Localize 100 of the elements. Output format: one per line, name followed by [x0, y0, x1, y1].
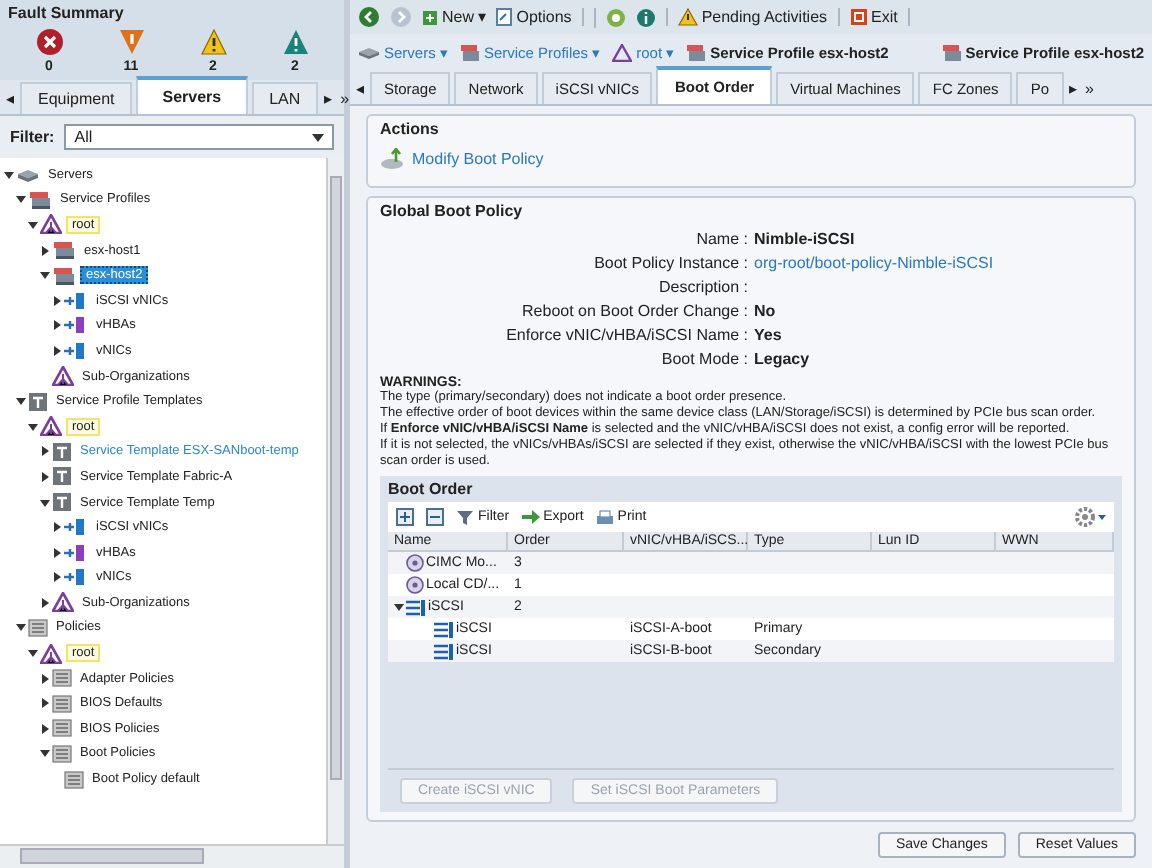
options-button[interactable]: Options	[496, 8, 584, 26]
caret-icon	[312, 133, 324, 141]
policy-icon	[52, 743, 72, 764]
expand-toggle-icon[interactable]	[27, 421, 37, 432]
filter-label: Filter:	[10, 128, 55, 146]
settings-icon[interactable]	[1074, 506, 1106, 528]
modify-boot-policy-link[interactable]: Modify Boot Policy	[412, 150, 544, 168]
vnic-icon	[64, 568, 88, 587]
expand-toggle-icon[interactable]	[39, 270, 49, 281]
organization-icon	[40, 416, 62, 437]
service-profile-icon	[686, 43, 707, 61]
organization-icon	[40, 643, 62, 664]
info-icon[interactable]	[635, 7, 656, 27]
warning-fault-icon[interactable]	[281, 28, 309, 56]
virtual-media-icon	[406, 554, 424, 572]
expand-toggle-icon[interactable]	[27, 219, 37, 230]
expand-toggle-icon[interactable]	[3, 169, 13, 180]
property-label: Boot Policy Instance :	[592, 254, 748, 272]
scroll-left-button[interactable]: ◂	[4, 84, 16, 114]
property-value: Nimble-iSCSI	[754, 230, 857, 248]
plus-icon	[422, 9, 438, 25]
organization-icon	[52, 592, 74, 613]
section-title: Boot Order	[388, 480, 475, 498]
expand-toggle-icon[interactable]	[51, 522, 61, 533]
section-title: Global Boot Policy	[380, 202, 525, 220]
expand-toggle-icon[interactable]	[15, 396, 25, 407]
property-label: Name :	[694, 230, 748, 248]
template-icon	[28, 391, 48, 412]
iscsi-icon	[434, 643, 454, 659]
nav-tab[interactable]: Servers	[136, 76, 248, 114]
vertical-scrollbar[interactable]	[326, 158, 344, 844]
policy-icon	[52, 668, 72, 689]
organization-icon	[612, 43, 633, 61]
expand-toggle-icon[interactable]	[39, 597, 49, 608]
property-value: Legacy	[754, 350, 812, 368]
warning-icon	[677, 8, 698, 26]
vhba-icon	[64, 543, 88, 562]
organization-icon	[40, 214, 62, 235]
vnic-icon	[64, 341, 88, 360]
expand-toggle-icon[interactable]	[51, 320, 61, 331]
nav-tab[interactable]: Equipment	[20, 82, 133, 114]
expand-toggle-icon[interactable]	[39, 446, 49, 457]
property-label: Description :	[657, 278, 748, 296]
vnic-icon	[64, 291, 88, 310]
service-profile-icon	[941, 43, 962, 61]
remove-button[interactable]	[426, 508, 444, 526]
property-label: Boot Mode :	[659, 350, 748, 368]
scroll-right-button[interactable]: ▸	[1067, 74, 1079, 104]
service-profiles-icon	[28, 189, 52, 210]
more-tabs-button[interactable]: »	[1083, 74, 1096, 104]
template-icon	[52, 466, 72, 487]
expand-toggle-icon[interactable]	[39, 245, 49, 256]
property-label: Enforce vNIC/vHBA/iSCSI Name :	[504, 326, 748, 344]
expand-toggle-icon[interactable]	[51, 572, 61, 583]
printer-icon	[595, 509, 614, 525]
minor-fault-icon[interactable]	[199, 28, 227, 56]
horizontal-scrollbar[interactable]	[0, 844, 344, 868]
policy-icon	[28, 617, 48, 638]
expand-toggle-icon[interactable]	[51, 295, 61, 306]
fault-summary-title: Fault Summary	[8, 4, 126, 22]
back-button[interactable]	[358, 6, 380, 28]
policy-icon	[52, 718, 72, 739]
template-icon	[52, 441, 72, 462]
server-icon	[358, 45, 380, 59]
more-tabs-button[interactable]: »	[338, 84, 352, 114]
vhba-icon	[64, 316, 88, 335]
vnic-icon	[64, 518, 88, 537]
expand-toggle-icon[interactable]	[39, 497, 49, 508]
major-fault-icon[interactable]	[117, 28, 145, 56]
server-icon	[16, 165, 40, 184]
iscsi-icon	[434, 621, 454, 637]
scroll-right-button[interactable]: ▸	[322, 84, 335, 114]
disc-icon	[406, 576, 424, 594]
policy-icon	[64, 769, 84, 790]
expand-toggle-icon[interactable]	[27, 648, 37, 659]
exit-icon	[849, 8, 868, 26]
expand-toggle-icon[interactable]	[39, 471, 49, 482]
pending-activities-button[interactable]: Pending Activities	[665, 8, 828, 26]
expand-toggle-icon[interactable]	[51, 547, 61, 558]
expand-toggle-icon[interactable]	[393, 602, 403, 612]
filter-dropdown[interactable]: All	[64, 124, 334, 150]
exit-button[interactable]: Exit	[837, 8, 910, 26]
boot-policy-link[interactable]: org-root/boot-policy-Nimble-iSCSI	[754, 254, 1122, 272]
service-profile-icon	[459, 43, 480, 61]
property-value: Yes	[754, 326, 784, 344]
edit-icon	[496, 8, 513, 26]
template-icon	[52, 492, 72, 513]
property-value: No	[754, 302, 778, 320]
section-title: Actions	[380, 120, 441, 138]
expand-toggle-icon[interactable]	[15, 194, 25, 205]
nav-tab[interactable]: LAN	[251, 82, 319, 114]
scroll-left-button[interactable]: ◂	[354, 74, 366, 104]
policy-icon	[52, 693, 72, 714]
property-label: Reboot on Boot Order Change :	[520, 302, 748, 320]
new-menu-button[interactable]: New ▾	[422, 8, 487, 26]
add-button[interactable]	[396, 508, 414, 526]
critical-fault-icon[interactable]	[35, 28, 63, 56]
arrow-icon	[521, 510, 540, 524]
server-profile-icon	[52, 265, 76, 286]
expand-toggle-icon[interactable]	[51, 345, 61, 356]
